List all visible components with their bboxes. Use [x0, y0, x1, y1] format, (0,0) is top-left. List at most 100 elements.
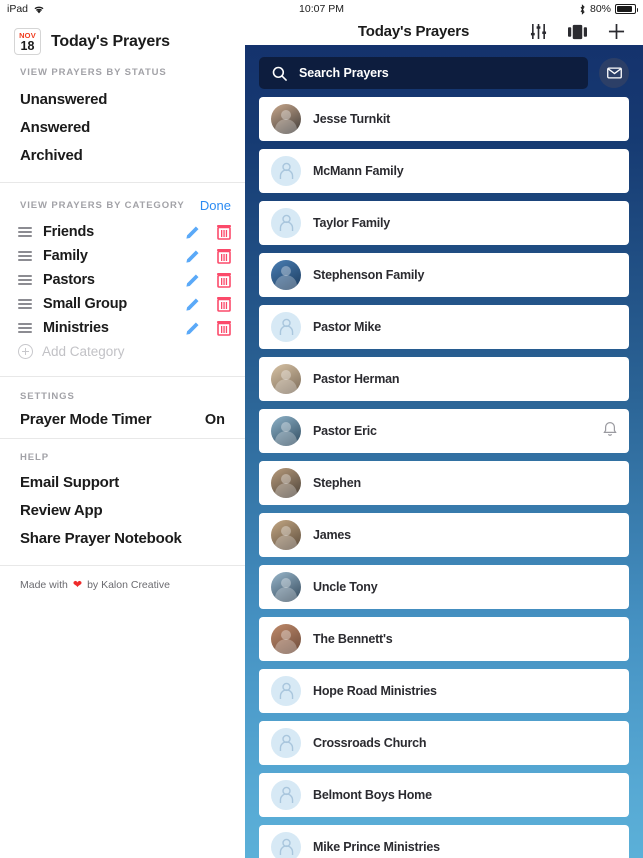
prayer-list-item-label: Mike Prince Ministries — [313, 840, 440, 854]
cards-view-icon[interactable] — [568, 24, 587, 40]
sidebar-header: NOV 18 Today's Prayers — [0, 18, 245, 67]
envelope-icon — [606, 67, 622, 79]
status-bar-clock: 10:07 PM — [299, 3, 344, 15]
avatar — [271, 364, 301, 394]
prayer-list-item[interactable]: James — [259, 513, 629, 557]
category-section-heading-label: VIEW PRAYERS BY CATEGORY — [20, 200, 185, 211]
edit-pencil-icon[interactable] — [185, 273, 200, 288]
prayer-list-item-label: James — [313, 528, 351, 542]
status-bar-right: 80% — [579, 3, 638, 15]
prayer-list-item[interactable]: Taylor Family — [259, 201, 629, 245]
drag-handle-icon[interactable] — [18, 227, 32, 237]
avatar-placeholder-icon — [271, 156, 301, 186]
prayer-list-item-label: Hope Road Ministries — [313, 684, 437, 698]
avatar-placeholder-icon — [271, 208, 301, 238]
add-prayer-icon[interactable] — [608, 23, 625, 40]
edit-pencil-icon[interactable] — [185, 225, 200, 240]
prayer-list-item-label: Pastor Eric — [313, 424, 377, 438]
delete-trash-icon[interactable] — [217, 320, 231, 336]
prayer-list-item[interactable]: The Bennett's — [259, 617, 629, 661]
prayer-list-item[interactable]: Belmont Boys Home — [259, 773, 629, 817]
sidebar-item-answered[interactable]: Answered — [0, 113, 245, 141]
search-input[interactable]: Search Prayers — [259, 57, 588, 89]
drag-handle-icon[interactable] — [18, 299, 32, 309]
avatar — [271, 468, 301, 498]
prayer-list-item-label: Uncle Tony — [313, 580, 378, 594]
prayer-mode-timer-value: On — [204, 411, 225, 428]
avatar — [271, 260, 301, 290]
prayer-list-item[interactable]: Crossroads Church — [259, 721, 629, 765]
sidebar-item-prayer-mode-timer[interactable]: Prayer Mode Timer On — [0, 409, 245, 438]
prayer-list-item[interactable]: Pastor Eric — [259, 409, 629, 453]
avatar — [271, 624, 301, 654]
plus-circle-icon — [18, 344, 33, 359]
battery-icon — [615, 4, 638, 14]
sidebar-item-review-app[interactable]: Review App — [0, 496, 245, 524]
category-row-pastors[interactable]: Pastors — [0, 268, 245, 292]
sidebar-title: Today's Prayers — [51, 32, 170, 50]
prayer-list-item[interactable]: Uncle Tony — [259, 565, 629, 609]
prayer-list-item[interactable]: Hope Road Ministries — [259, 669, 629, 713]
prayer-list-item-label: Belmont Boys Home — [313, 788, 432, 802]
category-row-friends[interactable]: Friends — [0, 220, 245, 244]
category-label: Pastors — [43, 272, 95, 288]
panel-header: Today's Prayers — [245, 18, 643, 45]
delete-trash-icon[interactable] — [217, 296, 231, 312]
category-row-small-group[interactable]: Small Group — [0, 292, 245, 316]
avatar-placeholder-icon — [271, 832, 301, 858]
done-button[interactable]: Done — [200, 198, 231, 213]
avatar-placeholder-icon — [271, 780, 301, 810]
edit-pencil-icon[interactable] — [185, 321, 200, 336]
filter-sliders-icon[interactable] — [530, 23, 547, 40]
reminder-bell-icon[interactable] — [603, 421, 617, 442]
edit-pencil-icon[interactable] — [185, 297, 200, 312]
prayer-list[interactable]: Jesse Turnkit McMann Family Taylor Family S… — [245, 97, 643, 858]
battery-percent-label: 80% — [589, 3, 611, 15]
add-category-label: Add Category — [42, 344, 125, 359]
prayer-list-item[interactable]: Stephen — [259, 461, 629, 505]
heart-icon: ❤ — [72, 579, 83, 591]
prayer-list-item[interactable]: Jesse Turnkit — [259, 97, 629, 141]
ipad-screen: iPad 10:07 PM 80% NOV 18 Today's Prayers… — [0, 0, 643, 858]
panel-header-actions — [530, 23, 631, 40]
footer-prefix: Made with — [20, 578, 68, 591]
prayer-list-item-label: Pastor Mike — [313, 320, 381, 334]
prayers-panel: Today's Prayers Search Prayers Jesse Tur… — [245, 18, 643, 858]
delete-trash-icon[interactable] — [217, 224, 231, 240]
app-body: NOV 18 Today's Prayers VIEW PRAYERS BY S… — [0, 18, 643, 858]
add-category-button[interactable]: Add Category — [0, 340, 245, 367]
avatar-placeholder-icon — [271, 312, 301, 342]
category-row-ministries[interactable]: Ministries — [0, 316, 245, 340]
footer-suffix: by Kalon Creative — [87, 578, 170, 591]
status-bar: iPad 10:07 PM 80% — [0, 0, 643, 18]
sidebar-item-share-prayer-notebook[interactable]: Share Prayer Notebook — [0, 524, 245, 552]
prayer-list-item[interactable]: Mike Prince Ministries — [259, 825, 629, 858]
prayer-list-item[interactable]: McMann Family — [259, 149, 629, 193]
delete-trash-icon[interactable] — [217, 248, 231, 264]
prayer-list-item-label: The Bennett's — [313, 632, 393, 646]
bluetooth-icon — [580, 3, 585, 15]
prayer-list-item-label: Crossroads Church — [313, 736, 427, 750]
search-row: Search Prayers — [245, 45, 643, 97]
mail-button[interactable] — [599, 58, 629, 88]
prayer-list-item[interactable]: Stephenson Family — [259, 253, 629, 297]
sidebar-item-archived[interactable]: Archived — [0, 141, 245, 169]
category-label: Small Group — [43, 296, 128, 312]
drag-handle-icon[interactable] — [18, 251, 32, 261]
category-row-family[interactable]: Family — [0, 244, 245, 268]
delete-trash-icon[interactable] — [217, 272, 231, 288]
drag-handle-icon[interactable] — [18, 323, 32, 333]
edit-pencil-icon[interactable] — [185, 249, 200, 264]
calendar-day: 18 — [20, 39, 35, 53]
sidebar-item-email-support[interactable]: Email Support — [0, 468, 245, 496]
calendar-icon: NOV 18 — [14, 28, 41, 55]
prayer-list-item-label: Stephen — [313, 476, 361, 490]
status-section-heading-label: VIEW PRAYERS BY STATUS — [20, 67, 167, 78]
calendar-month: NOV — [19, 30, 36, 40]
sidebar-item-unanswered[interactable]: Unanswered — [0, 85, 245, 113]
prayer-list-item[interactable]: Pastor Herman — [259, 357, 629, 401]
prayer-list-item[interactable]: Pastor Mike — [259, 305, 629, 349]
search-placeholder: Search Prayers — [299, 66, 389, 80]
page-title: Today's Prayers — [357, 23, 470, 40]
drag-handle-icon[interactable] — [18, 275, 32, 285]
